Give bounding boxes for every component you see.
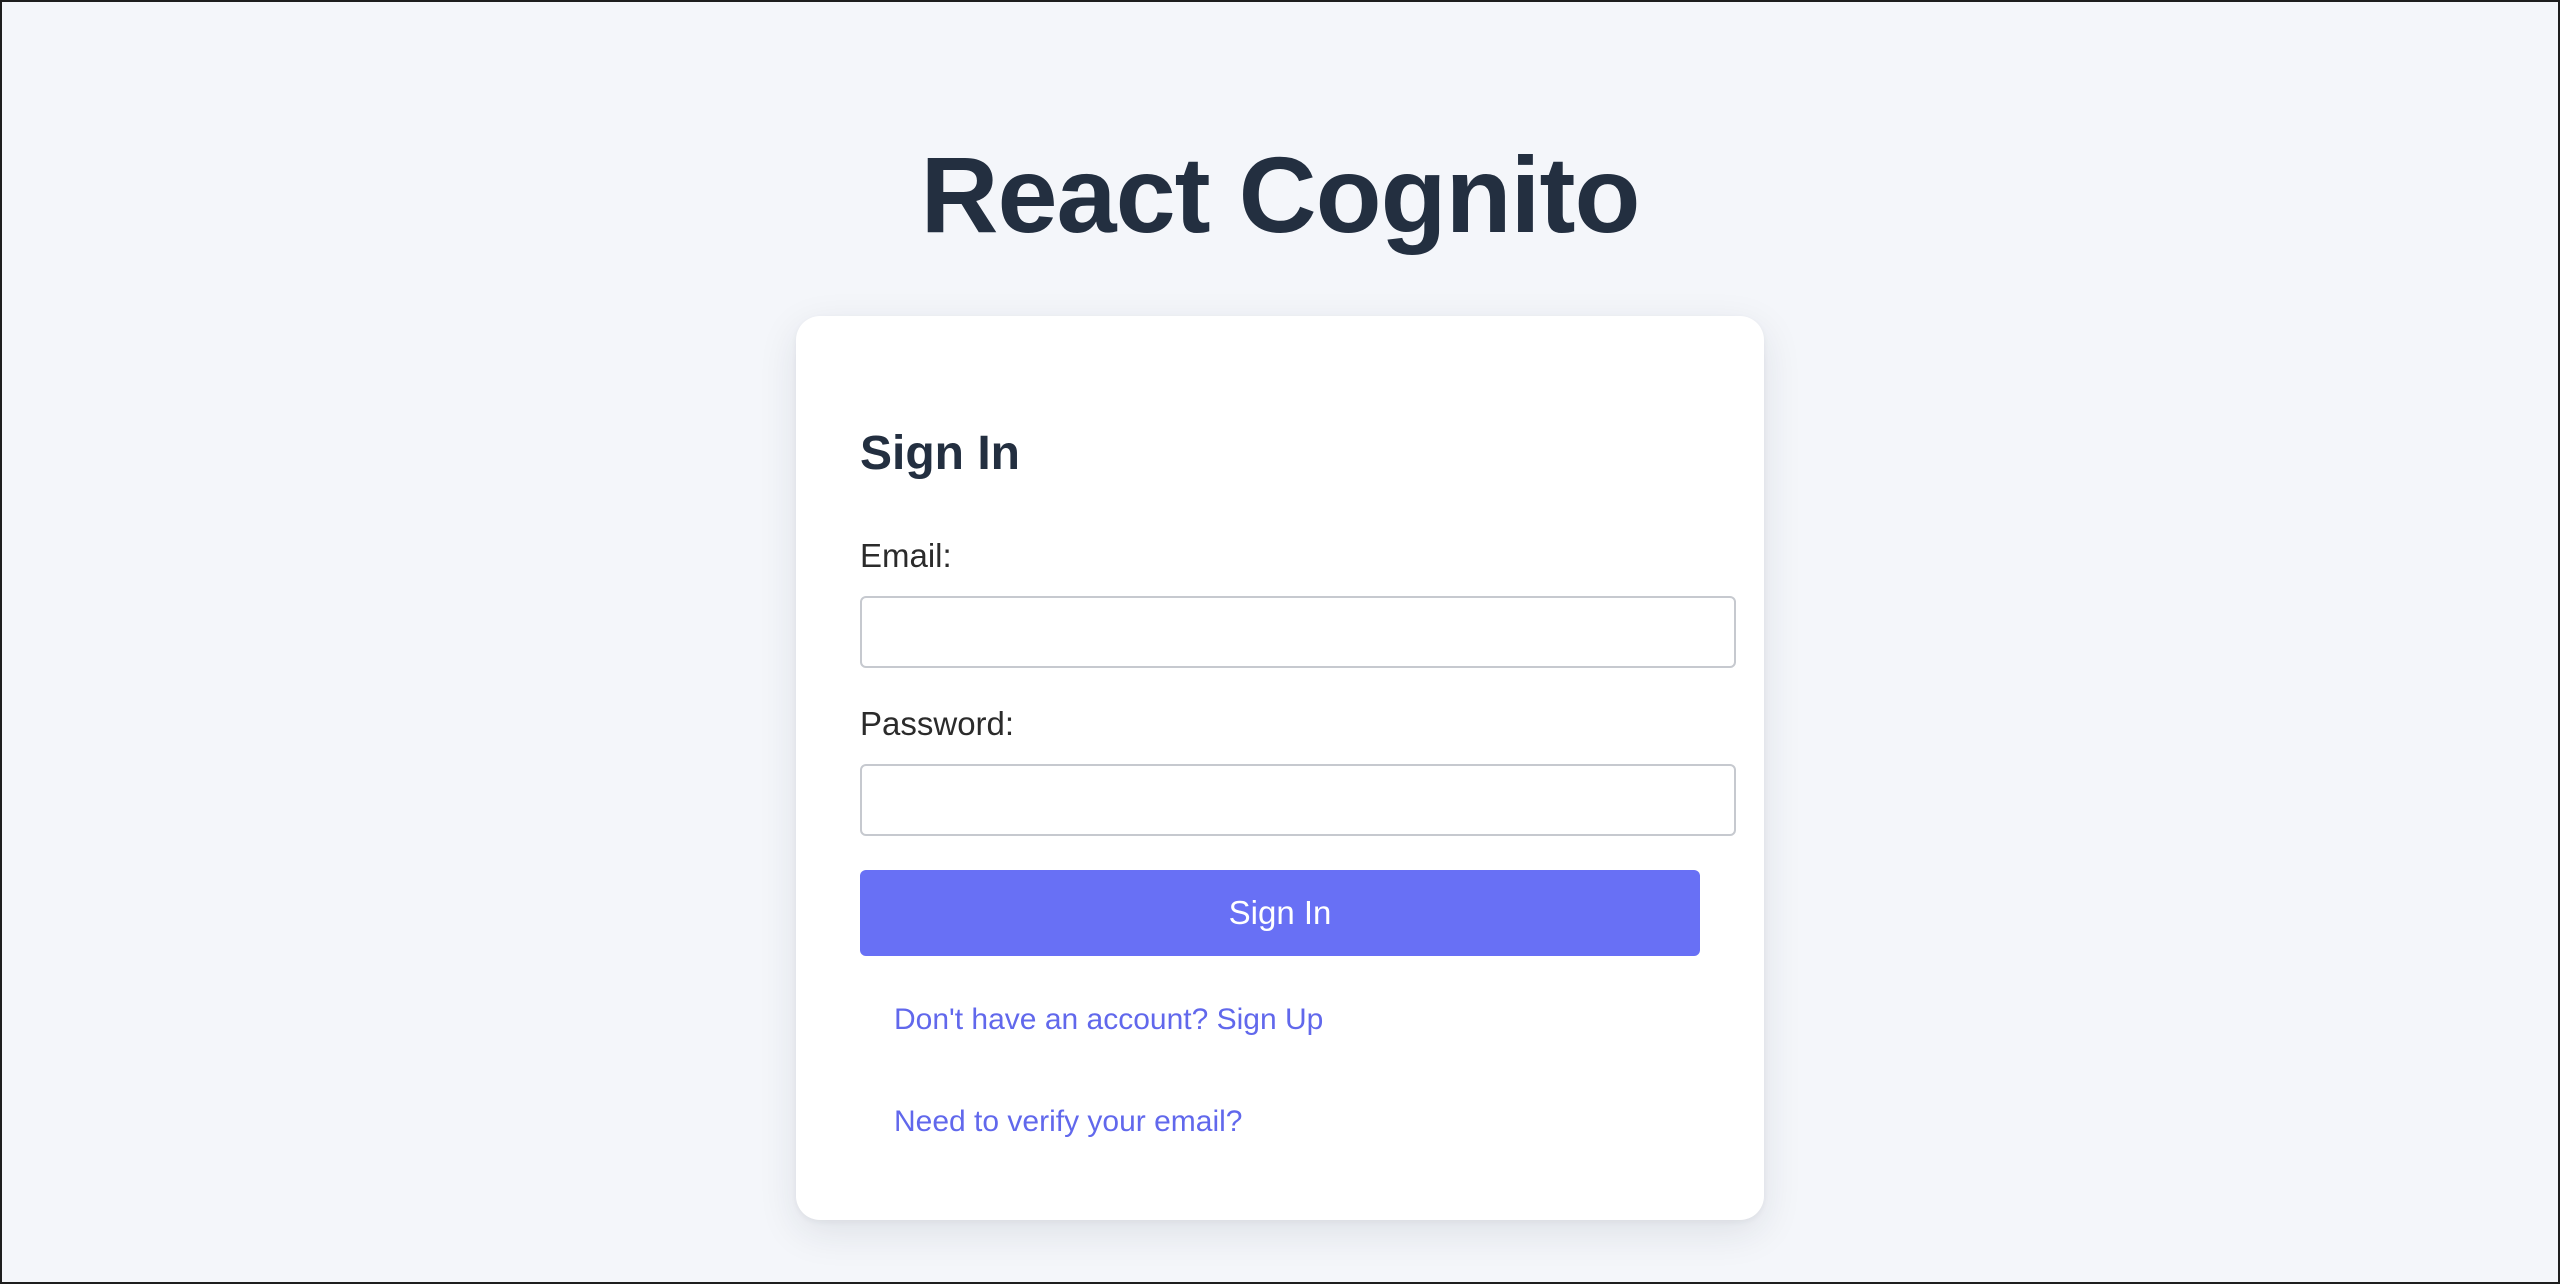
verify-email-link[interactable]: Need to verify your email? — [894, 1102, 1243, 1142]
password-input[interactable] — [860, 764, 1736, 836]
sign-in-heading: Sign In — [860, 427, 1020, 480]
email-label: Email: — [860, 537, 952, 574]
sign-in-card: Sign In Email: Password: Sign In Don't h… — [796, 316, 1764, 1220]
sign-in-button[interactable]: Sign In — [860, 870, 1700, 956]
app-title: React Cognito — [920, 134, 1640, 255]
email-input[interactable] — [860, 596, 1736, 668]
sign-up-link[interactable]: Don't have an account? Sign Up — [894, 1000, 1323, 1040]
password-label: Password: — [860, 705, 1015, 742]
